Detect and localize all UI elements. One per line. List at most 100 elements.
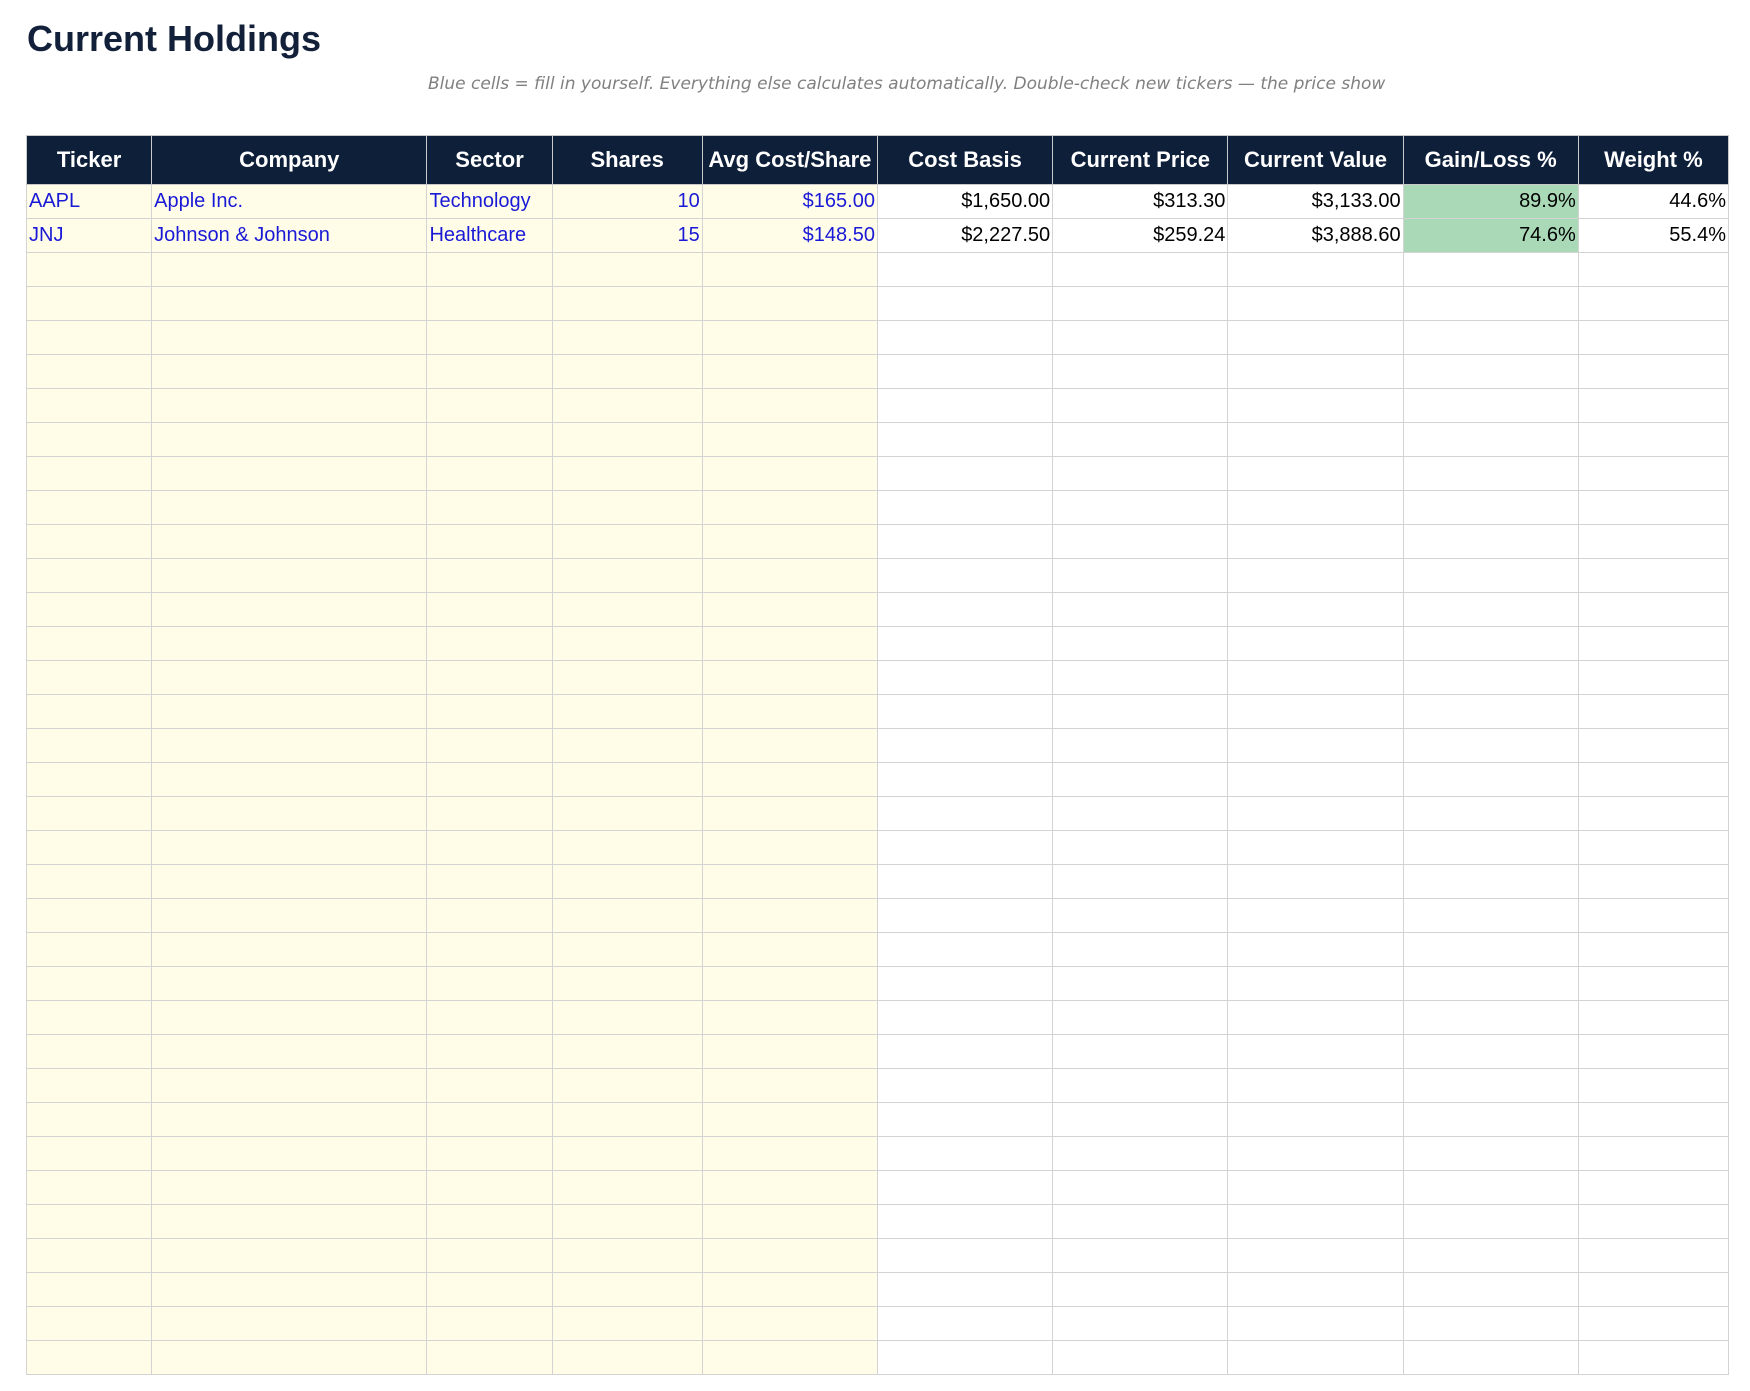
- current-price-cell[interactable]: [1052, 864, 1229, 899]
- weight-cell[interactable]: [1577, 524, 1730, 559]
- shares-cell[interactable]: [551, 1102, 703, 1137]
- current-value-cell[interactable]: [1227, 1136, 1404, 1171]
- company-cell[interactable]: [151, 388, 428, 423]
- cost-basis-cell[interactable]: [876, 1340, 1054, 1375]
- cost-basis-cell[interactable]: [876, 592, 1054, 627]
- current-price-cell[interactable]: $259.24: [1052, 218, 1229, 253]
- weight-cell[interactable]: [1577, 558, 1730, 593]
- col-header-avg-cost[interactable]: Avg Cost/Share: [701, 135, 878, 185]
- shares-cell[interactable]: [551, 1306, 703, 1341]
- weight-cell[interactable]: [1577, 728, 1730, 763]
- current-value-cell[interactable]: [1227, 252, 1404, 287]
- current-value-cell[interactable]: [1227, 1000, 1404, 1035]
- weight-cell[interactable]: [1577, 796, 1730, 831]
- current-price-cell[interactable]: [1052, 1000, 1229, 1035]
- shares-cell[interactable]: [551, 1170, 703, 1205]
- current-value-cell[interactable]: [1227, 728, 1404, 763]
- current-price-cell[interactable]: [1052, 252, 1229, 287]
- sector-cell[interactable]: [426, 558, 553, 593]
- shares-cell[interactable]: [551, 490, 703, 525]
- avg-cost-cell[interactable]: $148.50: [701, 218, 878, 253]
- ticker-cell[interactable]: [25, 864, 153, 899]
- current-price-cell[interactable]: [1052, 1170, 1229, 1205]
- shares-cell[interactable]: [551, 694, 703, 729]
- company-cell[interactable]: [151, 490, 428, 525]
- cost-basis-cell[interactable]: [876, 762, 1054, 797]
- avg-cost-cell[interactable]: [701, 1340, 878, 1375]
- current-value-cell[interactable]: [1227, 1272, 1404, 1307]
- shares-cell[interactable]: [551, 1068, 703, 1103]
- current-value-cell[interactable]: [1227, 762, 1404, 797]
- cost-basis-cell[interactable]: [876, 252, 1054, 287]
- gain-loss-cell[interactable]: [1402, 354, 1579, 389]
- weight-cell[interactable]: [1577, 1034, 1730, 1069]
- sector-cell[interactable]: [426, 694, 553, 729]
- sector-cell[interactable]: [426, 660, 553, 695]
- company-cell[interactable]: [151, 456, 428, 491]
- ticker-cell[interactable]: [25, 286, 153, 321]
- current-price-cell[interactable]: [1052, 354, 1229, 389]
- weight-cell[interactable]: 55.4%: [1577, 218, 1730, 253]
- company-cell[interactable]: [151, 1170, 428, 1205]
- sector-cell[interactable]: [426, 966, 553, 1001]
- sector-cell[interactable]: [426, 1102, 553, 1137]
- current-value-cell[interactable]: [1227, 1102, 1404, 1137]
- current-price-cell[interactable]: [1052, 898, 1229, 933]
- weight-cell[interactable]: [1577, 898, 1730, 933]
- current-value-cell[interactable]: [1227, 1340, 1404, 1375]
- current-price-cell[interactable]: [1052, 1034, 1229, 1069]
- current-value-cell[interactable]: [1227, 626, 1404, 661]
- shares-cell[interactable]: [551, 320, 703, 355]
- weight-cell[interactable]: [1577, 1306, 1730, 1341]
- cost-basis-cell[interactable]: [876, 1068, 1054, 1103]
- shares-cell[interactable]: [551, 762, 703, 797]
- shares-cell[interactable]: [551, 456, 703, 491]
- shares-cell[interactable]: [551, 1340, 703, 1375]
- gain-loss-cell[interactable]: [1402, 1170, 1579, 1205]
- current-value-cell[interactable]: $3,133.00: [1227, 184, 1404, 219]
- cost-basis-cell[interactable]: [876, 694, 1054, 729]
- cost-basis-cell[interactable]: [876, 354, 1054, 389]
- weight-cell[interactable]: [1577, 1238, 1730, 1273]
- current-price-cell[interactable]: [1052, 1136, 1229, 1171]
- ticker-cell[interactable]: [25, 422, 153, 457]
- sector-cell[interactable]: [426, 524, 553, 559]
- avg-cost-cell[interactable]: [701, 456, 878, 491]
- shares-cell[interactable]: [551, 354, 703, 389]
- sector-cell[interactable]: [426, 830, 553, 865]
- ticker-cell[interactable]: [25, 456, 153, 491]
- weight-cell[interactable]: [1577, 320, 1730, 355]
- weight-cell[interactable]: [1577, 966, 1730, 1001]
- shares-cell[interactable]: [551, 966, 703, 1001]
- ticker-cell[interactable]: [25, 932, 153, 967]
- ticker-cell[interactable]: [25, 1340, 153, 1375]
- sector-cell[interactable]: [426, 1034, 553, 1069]
- ticker-cell[interactable]: [25, 1034, 153, 1069]
- current-value-cell[interactable]: [1227, 354, 1404, 389]
- shares-cell[interactable]: [551, 1204, 703, 1239]
- gain-loss-cell[interactable]: [1402, 728, 1579, 763]
- weight-cell[interactable]: [1577, 1068, 1730, 1103]
- gain-loss-cell[interactable]: [1402, 932, 1579, 967]
- sector-cell[interactable]: [426, 456, 553, 491]
- gain-loss-cell[interactable]: [1402, 1102, 1579, 1137]
- current-price-cell[interactable]: [1052, 558, 1229, 593]
- avg-cost-cell[interactable]: [701, 626, 878, 661]
- current-price-cell[interactable]: [1052, 320, 1229, 355]
- sector-cell[interactable]: Healthcare: [426, 218, 553, 253]
- ticker-cell[interactable]: [25, 1170, 153, 1205]
- shares-cell[interactable]: [551, 830, 703, 865]
- gain-loss-cell[interactable]: 74.6%: [1402, 218, 1579, 253]
- shares-cell[interactable]: [551, 286, 703, 321]
- gain-loss-cell[interactable]: [1402, 490, 1579, 525]
- gain-loss-cell[interactable]: [1402, 660, 1579, 695]
- avg-cost-cell[interactable]: [701, 1136, 878, 1171]
- company-cell[interactable]: [151, 1000, 428, 1035]
- ticker-cell[interactable]: [25, 388, 153, 423]
- weight-cell[interactable]: [1577, 252, 1730, 287]
- gain-loss-cell[interactable]: [1402, 1136, 1579, 1171]
- cost-basis-cell[interactable]: [876, 796, 1054, 831]
- current-price-cell[interactable]: [1052, 728, 1229, 763]
- shares-cell[interactable]: 10: [551, 184, 703, 219]
- cost-basis-cell[interactable]: [876, 558, 1054, 593]
